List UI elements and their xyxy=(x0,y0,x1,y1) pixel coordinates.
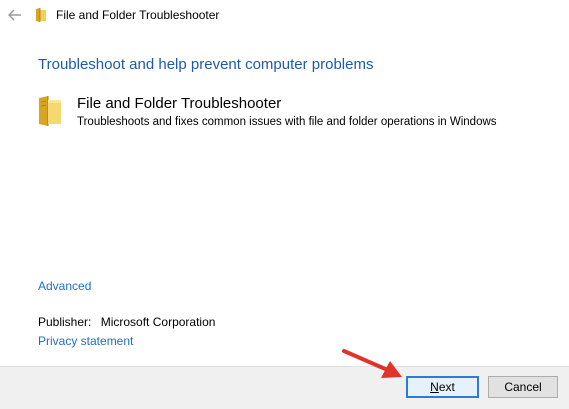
troubleshooter-title: File and Folder Troubleshooter xyxy=(77,95,282,112)
window-title: File and Folder Troubleshooter xyxy=(56,8,220,22)
cancel-button[interactable]: Cancel xyxy=(488,376,558,398)
next-button[interactable]: Next xyxy=(406,376,479,398)
next-button-label: Next xyxy=(430,380,455,394)
publisher-value: Microsoft Corporation xyxy=(100,315,216,329)
back-arrow-icon[interactable] xyxy=(6,6,24,24)
privacy-statement-link[interactable]: Privacy statement xyxy=(38,334,133,348)
troubleshooter-description: Troubleshoots and fixes common issues wi… xyxy=(77,116,497,128)
page-headline: Troubleshoot and help prevent computer p… xyxy=(38,56,374,73)
title-bar: File and Folder Troubleshooter xyxy=(0,0,569,32)
publisher-label: Publisher: xyxy=(38,315,92,329)
folder-icon xyxy=(36,94,64,128)
button-bar xyxy=(0,366,569,409)
publisher-line: Publisher: Microsoft Corporation xyxy=(38,315,215,329)
advanced-link[interactable]: Advanced xyxy=(38,279,91,293)
folder-icon xyxy=(34,7,48,23)
